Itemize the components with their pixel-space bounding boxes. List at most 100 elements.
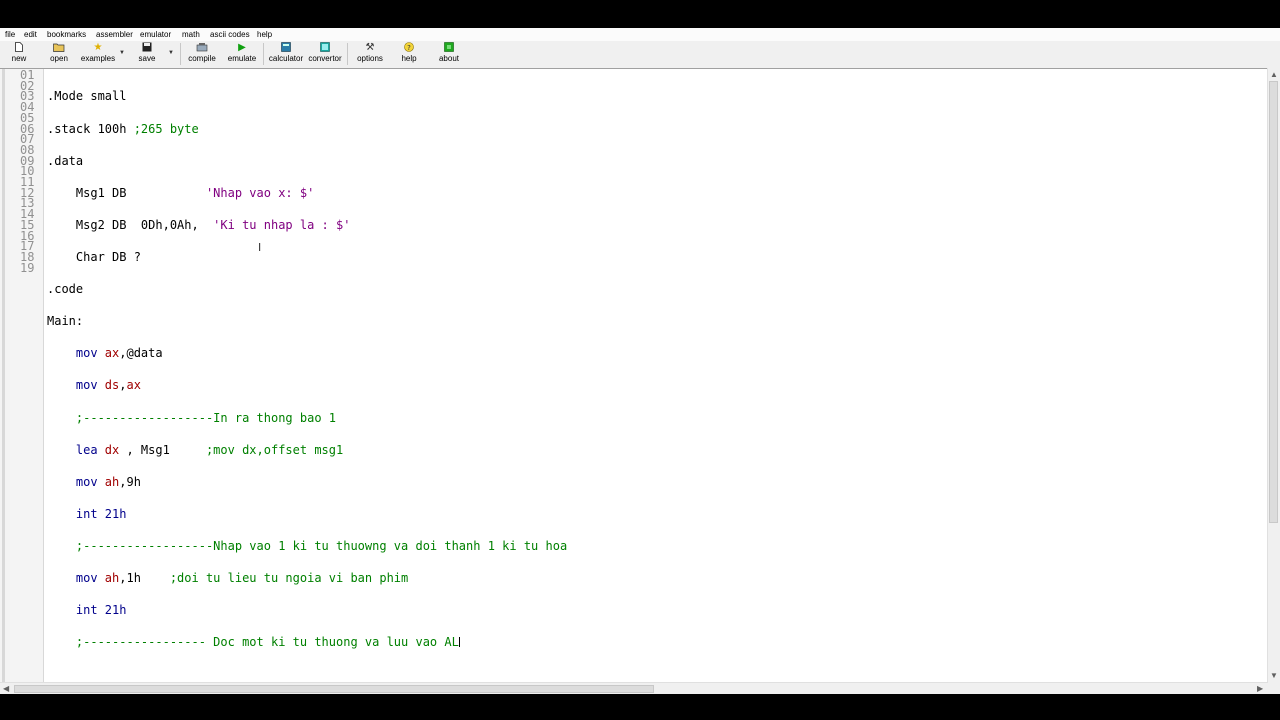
options-label: options <box>357 54 383 63</box>
menu-assembler[interactable]: assembler <box>96 30 133 39</box>
code-line: ;------------------Nhap vao 1 ki tu thuo… <box>47 539 567 553</box>
new-label: new <box>11 54 27 63</box>
toolbar-separator <box>263 43 264 65</box>
code-directive: .stack 100h <box>47 121 134 136</box>
code-line: int 21h <box>47 604 567 616</box>
code-line: .stack 100h ;265 byte <box>47 121 567 136</box>
code-operand: , Msg1 <box>119 442 206 457</box>
menu-ascii-codes[interactable]: ascii codes <box>210 30 250 39</box>
code-keyword: mov <box>47 474 105 489</box>
menu-help[interactable]: help <box>257 30 272 39</box>
code-comment: ;----------------- Doc mot ki tu thuong … <box>75 635 459 650</box>
tools-icon: ⚒ <box>365 42 375 53</box>
code-register: ds <box>104 378 120 393</box>
calculator-label: calculator <box>268 54 304 63</box>
star-icon: ★ <box>93 42 103 53</box>
code-editor[interactable]: 01 02 03 04 05 06 07 08 09 10 11 12 13 1… <box>0 68 1268 683</box>
source-code[interactable]: .Mode small .stack 100h ;265 byte .data … <box>47 70 567 694</box>
code-line: lea dx , Msg1 ;mov dx,offset msg1 <box>47 442 567 457</box>
code-line: ​ <box>47 669 567 680</box>
code-line: Msg2 DB 0Dh,0Ah, 'Ki tu nhap la : $' <box>47 217 567 232</box>
new-button[interactable]: new <box>8 42 30 63</box>
code-string: 'Nhap vao x: $' <box>205 185 315 200</box>
vertical-scroll-thumb[interactable] <box>1269 81 1278 523</box>
code-directive: .data <box>47 153 84 168</box>
compile-button[interactable]: compile <box>187 42 217 63</box>
document-icon <box>8 42 30 53</box>
code-line: .Mode small <box>47 89 567 104</box>
toolbar-separator <box>180 43 181 65</box>
folder-open-icon <box>47 42 71 53</box>
compile-label: compile <box>188 54 216 63</box>
about-label: about <box>438 54 460 63</box>
save-label: save <box>138 54 156 63</box>
examples-dropdown-caret-icon[interactable]: ▼ <box>119 50 125 56</box>
open-label: open <box>50 54 68 63</box>
code-directive: .Mode small <box>47 89 127 104</box>
line-numbers: 01 02 03 04 05 06 07 08 09 10 11 12 13 1… <box>20 69 34 273</box>
menu-file[interactable]: file <box>5 30 15 39</box>
menu-bookmarks[interactable]: bookmarks <box>47 30 86 39</box>
code-line: mov ax,@data <box>47 347 567 359</box>
code-register: ax <box>126 378 141 393</box>
play-icon: ▶ <box>238 42 246 53</box>
scroll-left-arrow-icon[interactable]: ◀ <box>3 684 9 693</box>
gutter-margin-line <box>2 69 5 683</box>
code-string: 'Ki tu nhap la : $' <box>213 217 351 232</box>
toolbar: new open ★ examples ▼ save ▼ compile ▶ e… <box>0 41 1280 67</box>
code-line: int 21h <box>47 506 567 521</box>
line-number-gutter: 01 02 03 04 05 06 07 08 09 10 11 12 13 1… <box>0 69 44 683</box>
code-comment: ;265 byte <box>133 121 199 136</box>
menu-bar: file edit bookmarks assembler emulator m… <box>0 28 1280 41</box>
save-dropdown-caret-icon[interactable]: ▼ <box>168 50 174 56</box>
code-register: ah <box>104 474 120 489</box>
vertical-scrollbar[interactable]: ▲ ▼ <box>1267 68 1280 682</box>
options-button[interactable]: ⚒ options <box>355 42 385 63</box>
convertor-button[interactable]: convertor <box>307 42 343 63</box>
scroll-up-arrow-icon[interactable]: ▲ <box>1270 70 1278 79</box>
code-operand: ,1h <box>119 571 170 586</box>
save-button[interactable]: save <box>136 42 158 63</box>
help-button[interactable]: ? help <box>398 42 420 63</box>
emulate-button[interactable]: ▶ emulate <box>227 42 257 63</box>
code-keyword: mov <box>47 571 105 586</box>
menu-edit[interactable]: edit <box>24 30 37 39</box>
scroll-right-arrow-icon[interactable]: ▶ <box>1257 684 1263 693</box>
scroll-down-arrow-icon[interactable]: ▼ <box>1270 671 1278 680</box>
code-keyword: int 21h <box>47 506 127 521</box>
code-label: Main: <box>47 314 84 329</box>
code-line: .code <box>47 283 567 295</box>
scrollbar-corner <box>1268 682 1280 694</box>
calculator-button[interactable]: calculator <box>267 42 305 63</box>
code-text: Msg1 DB <box>47 185 206 200</box>
text-cursor <box>458 637 460 648</box>
code-register: ah <box>104 571 120 586</box>
toolbar-separator <box>347 43 348 65</box>
horizontal-scrollbar[interactable]: ◀ ▶ <box>0 682 1268 694</box>
menu-math[interactable]: math <box>182 30 200 39</box>
help-question-icon: ? <box>398 42 420 53</box>
compile-icon <box>187 42 217 53</box>
code-line: Msg1 DB 'Nhap vao x: $' <box>47 185 567 200</box>
code-register: dx <box>104 442 120 457</box>
examples-button[interactable]: ★ examples <box>80 42 116 63</box>
mouse-ibeam-cursor-icon: I <box>258 241 262 254</box>
code-operand: ,9h <box>119 474 141 489</box>
about-button[interactable]: about <box>437 42 461 63</box>
examples-label: examples <box>80 54 116 63</box>
emulate-label: emulate <box>227 54 257 63</box>
code-line: Char DB ? <box>47 251 567 263</box>
calculator-icon <box>267 42 305 53</box>
help-label: help <box>401 54 417 63</box>
menu-emulator[interactable]: emulator <box>140 30 171 39</box>
floppy-disk-icon <box>136 42 158 53</box>
code-line: .data <box>47 153 567 168</box>
code-line: Main: <box>47 314 567 329</box>
code-line: ;------------------In ra thong bao 1 <box>47 411 567 425</box>
horizontal-scroll-thumb[interactable] <box>14 685 654 693</box>
open-button[interactable]: open <box>47 42 71 63</box>
code-keyword: mov <box>47 378 105 393</box>
